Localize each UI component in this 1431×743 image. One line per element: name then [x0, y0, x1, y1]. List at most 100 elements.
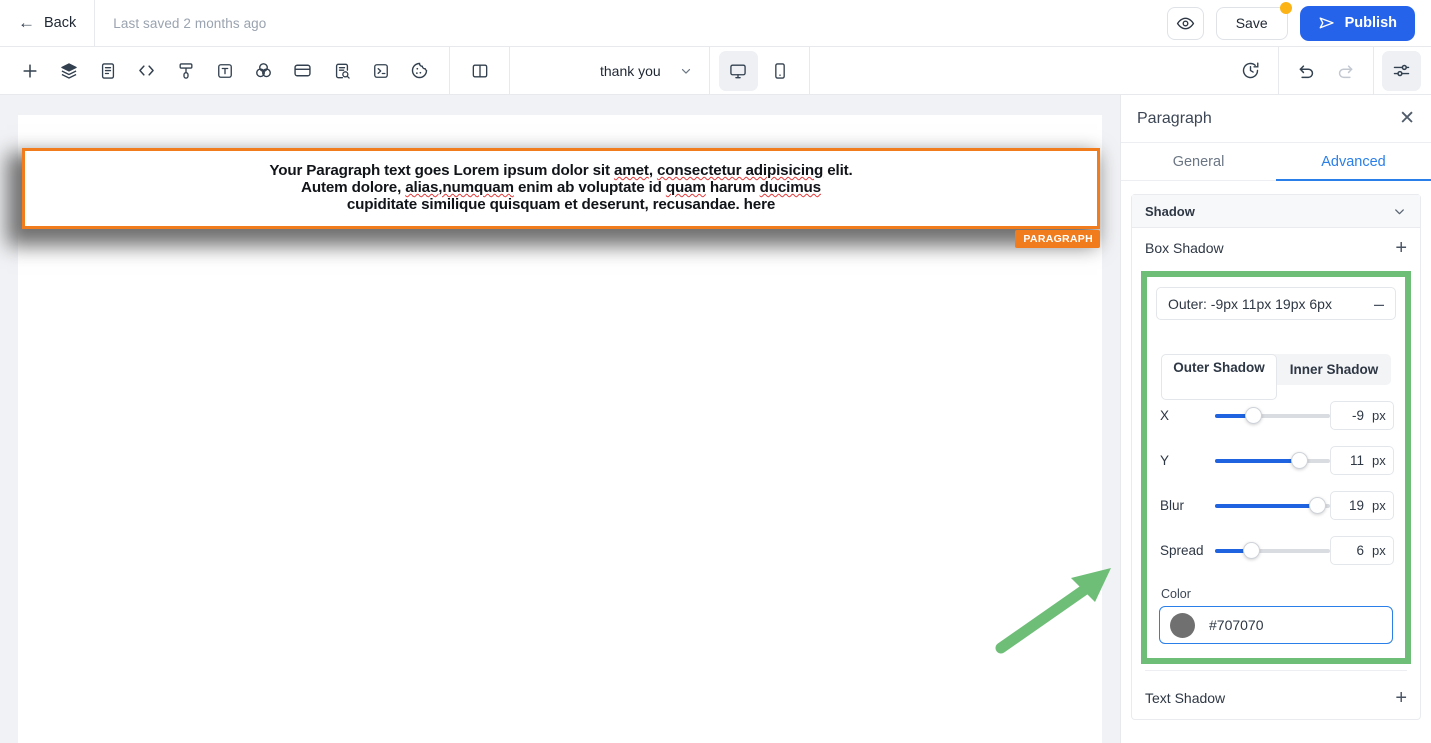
divider	[1145, 670, 1407, 671]
shadow-section: Shadow Box Shadow + Outer: -9px 11px 19p…	[1131, 194, 1421, 720]
misspelled-word: amet	[613, 162, 649, 179]
doc-search-icon	[335, 63, 350, 79]
add-text-shadow-button[interactable]: +	[1395, 688, 1407, 708]
divider	[94, 0, 96, 47]
slider-row-y: Y 11 px	[1160, 446, 1394, 475]
misspelled-word: alias,numquam	[405, 179, 514, 197]
box-shadow-editor-highlight: Outer: -9px 11px 19px 6px – Outer Shadow…	[1141, 271, 1411, 664]
tab-general[interactable]: General	[1121, 143, 1276, 180]
divider	[1278, 46, 1279, 95]
slider-thumb[interactable]	[1244, 407, 1262, 424]
slider-thumb[interactable]	[1243, 542, 1261, 559]
history-button[interactable]	[1231, 51, 1270, 91]
input-spread[interactable]: 6 px	[1330, 536, 1394, 565]
misspelled-word: consectetur adipisicing	[656, 162, 824, 179]
terminal-button[interactable]	[361, 51, 400, 91]
slider-thumb[interactable]	[1290, 452, 1308, 469]
page-builder-app: ← Back Last saved 2 months ago Save Publ…	[0, 0, 1431, 743]
input-blur-unit: px	[1372, 498, 1386, 513]
page-selector[interactable]: thank you	[582, 47, 709, 95]
paragraph-line-2-part-1: Autem dolore,	[301, 179, 406, 197]
add-element-button[interactable]	[10, 51, 49, 91]
add-box-shadow-button[interactable]: +	[1395, 238, 1407, 258]
slider-thumb[interactable]	[1309, 497, 1327, 514]
input-spread-unit: px	[1372, 543, 1386, 558]
close-icon[interactable]: ✕	[1399, 109, 1415, 128]
color-label: Color	[1161, 587, 1191, 601]
paragraph-element[interactable]: Your Paragraph text goes Lorem ipsum dol…	[22, 148, 1100, 249]
styles-button[interactable]	[166, 51, 205, 91]
input-blur[interactable]: 19 px	[1330, 491, 1394, 520]
last-saved-text: Last saved 2 months ago	[113, 15, 267, 31]
blend-button[interactable]	[244, 51, 283, 91]
undo-button[interactable]	[1287, 51, 1326, 91]
shadow-type-segmented-control: Outer Shadow Inner Shadow	[1161, 353, 1391, 400]
input-x-unit: px	[1372, 408, 1386, 423]
publish-label: Publish	[1344, 15, 1397, 31]
box-shadow-row: Box Shadow +	[1132, 228, 1420, 268]
save-label: Save	[1235, 15, 1268, 31]
terminal-icon	[373, 63, 388, 78]
paragraph-line-3: cupiditate similique quisquam et deserun…	[346, 196, 776, 214]
split-panel-button[interactable]	[460, 51, 499, 91]
chevron-down-icon	[681, 68, 690, 74]
undo-icon	[1299, 65, 1314, 79]
tab-advanced[interactable]: Advanced	[1276, 143, 1431, 181]
slider-blur[interactable]	[1214, 497, 1331, 514]
shadow-color-input[interactable]: #707070	[1159, 606, 1393, 644]
paragraph-line-1-part-3: ,	[648, 162, 657, 179]
editor-body: Your Paragraph text goes Lorem ipsum dol…	[0, 95, 1431, 743]
code-button[interactable]	[127, 51, 166, 91]
shadow-entry-header[interactable]: Outer: -9px 11px 19px 6px –	[1156, 287, 1396, 320]
color-swatch[interactable]	[1170, 612, 1195, 638]
slider-fill	[1214, 458, 1300, 463]
device-toggle-group	[710, 47, 800, 95]
preview-button[interactable]	[1166, 6, 1204, 40]
slider-row-x: X -9 px	[1160, 401, 1394, 430]
panel-header: Paragraph ✕	[1121, 95, 1431, 143]
collapse-shadow-button[interactable]: –	[1374, 295, 1384, 313]
arrow-left-icon: ←	[18, 13, 35, 32]
settings-panel-button[interactable]	[1382, 50, 1421, 91]
eye-icon	[1176, 17, 1194, 29]
text-button[interactable]	[205, 51, 244, 91]
pages-button[interactable]	[88, 51, 127, 91]
slider-label-blur: Blur	[1160, 498, 1185, 513]
history-clock-icon	[1242, 62, 1259, 79]
cookie-button[interactable]	[400, 51, 439, 91]
card-button[interactable]	[283, 51, 322, 91]
text-shadow-label: Text Shadow	[1145, 689, 1226, 706]
slider-y[interactable]	[1214, 452, 1331, 469]
page-canvas[interactable]: Your Paragraph text goes Lorem ipsum dol…	[18, 115, 1102, 743]
slider-label-spread: Spread	[1160, 543, 1204, 558]
input-y[interactable]: 11 px	[1330, 446, 1394, 475]
slider-x[interactable]	[1214, 407, 1331, 424]
layers-icon	[60, 62, 77, 79]
device-mobile-button[interactable]	[761, 51, 800, 91]
input-x[interactable]: -9 px	[1330, 401, 1394, 430]
slider-spread[interactable]	[1214, 542, 1331, 559]
card-icon	[294, 64, 311, 77]
layers-button[interactable]	[49, 51, 88, 91]
redo-button[interactable]	[1326, 51, 1365, 91]
code-icon	[139, 65, 154, 76]
segment-inner-shadow[interactable]: Inner Shadow	[1277, 354, 1391, 385]
seo-inspect-button[interactable]	[322, 51, 361, 91]
text-box-icon	[217, 63, 232, 78]
misspelled-word: quam	[665, 179, 706, 197]
unsaved-changes-badge	[1279, 1, 1292, 14]
editor-toolbar: thank you	[0, 46, 1431, 95]
paragraph-text: Your Paragraph text goes Lorem ipsum dol…	[41, 162, 1081, 213]
back-button[interactable]: ← Back	[0, 0, 94, 46]
device-desktop-button[interactable]	[718, 50, 758, 91]
toolbar-left-tools	[0, 47, 439, 95]
slider-label-x: X	[1160, 408, 1170, 423]
segment-outer-shadow[interactable]: Outer Shadow	[1161, 353, 1277, 400]
save-button[interactable]: Save	[1215, 1, 1292, 40]
box-shadow-label: Box Shadow	[1145, 240, 1224, 256]
publish-button[interactable]: Publish	[1299, 5, 1415, 41]
send-icon	[1319, 17, 1334, 29]
shadow-section-header[interactable]: Shadow	[1132, 195, 1420, 228]
page-name: thank you	[600, 62, 661, 79]
toolbar-view-tools	[450, 47, 499, 95]
